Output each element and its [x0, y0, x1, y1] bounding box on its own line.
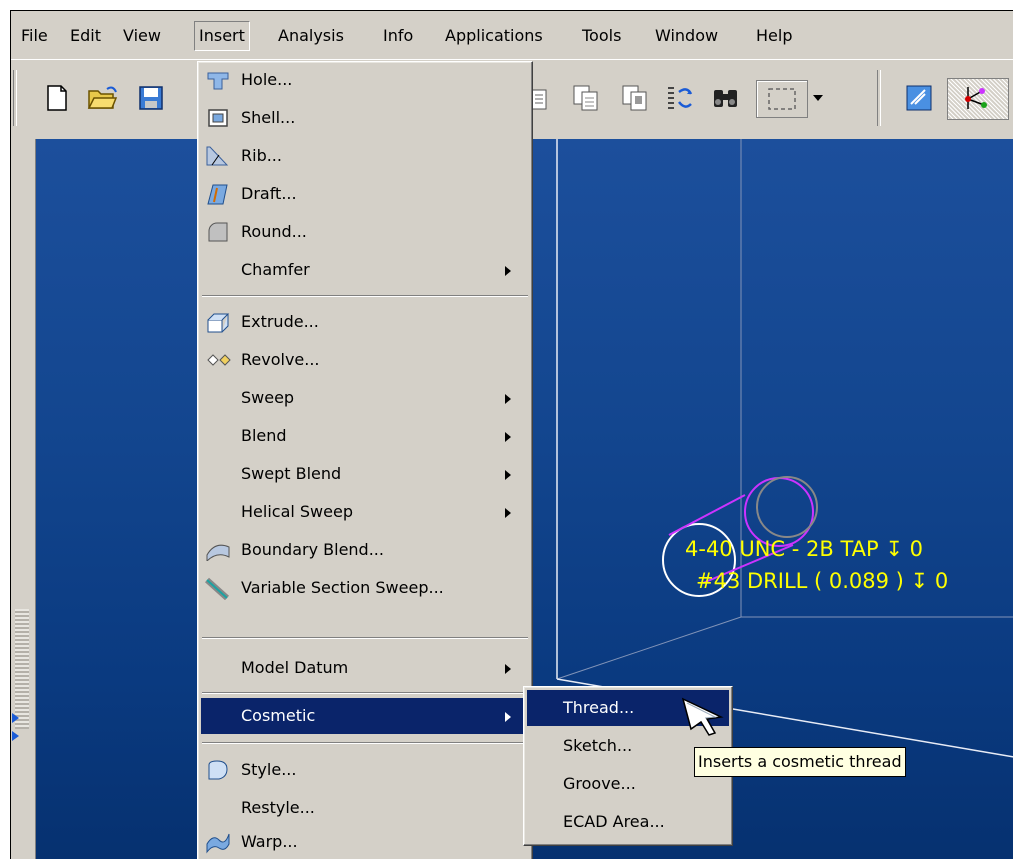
copy-icon [573, 85, 598, 111]
tooltip: Inserts a cosmetic thread [694, 747, 906, 777]
shell-icon [205, 106, 231, 130]
find-button[interactable] [708, 80, 744, 116]
regenerate-button[interactable] [662, 80, 698, 116]
chevron-down-icon [813, 95, 823, 101]
menu-insert[interactable]: Insert [194, 21, 250, 51]
menu-window[interactable]: Window [651, 23, 722, 49]
menu-item-swept-blend[interactable]: Swept Blend [201, 456, 529, 492]
menu-separator [202, 637, 528, 639]
open-file-button[interactable] [85, 80, 121, 116]
open-folder-icon [87, 86, 118, 109]
menu-item-boundary-blend[interactable]: Boundary Blend... [201, 532, 529, 568]
menu-item-blend[interactable]: Blend [201, 418, 529, 454]
submenu-item-ecad-area[interactable]: ECAD Area... [527, 804, 729, 840]
revolve-icon [205, 348, 231, 372]
menu-bar: File Edit View Insert Analysis Info Appl… [11, 11, 1013, 59]
paste-special-button[interactable] [617, 80, 653, 116]
menu-item-warp[interactable]: Warp... [201, 824, 529, 859]
rib-icon [205, 144, 231, 168]
menu-help[interactable]: Help [752, 23, 796, 49]
extrude-icon [205, 310, 231, 334]
style-icon [205, 758, 231, 782]
menu-info[interactable]: Info [379, 23, 417, 49]
regenerate-icon [668, 87, 693, 109]
menu-item-model-datum[interactable]: Model Datum [201, 650, 529, 686]
new-file-button[interactable] [39, 80, 75, 116]
insert-menu: Hole... Shell... Rib... Draft... Round..… [197, 61, 533, 859]
paste-icon [531, 89, 547, 110]
menu-item-helical-sweep[interactable]: Helical Sweep [201, 494, 529, 530]
binoculars-icon [714, 90, 737, 107]
submenu-arrow-icon [505, 432, 511, 442]
toolbar-grip [13, 70, 17, 126]
submenu-arrow-icon [505, 266, 511, 276]
boundary-blend-icon [205, 538, 231, 562]
submenu-arrow-icon [505, 394, 511, 404]
menu-item-extrude[interactable]: Extrude... [201, 304, 529, 340]
draft-icon [205, 182, 231, 206]
datum-plane-icon [906, 85, 932, 111]
menu-item-restyle[interactable]: Restyle... [201, 790, 529, 826]
selection-box-arrow[interactable] [808, 80, 828, 116]
copy-button[interactable] [568, 80, 604, 116]
menu-item-round[interactable]: Round... [201, 214, 529, 250]
toolbar-separator [877, 70, 881, 126]
menu-item-chamfer[interactable]: Chamfer [201, 252, 529, 288]
mouse-cursor-icon [681, 697, 724, 736]
menu-item-revolve[interactable]: Revolve... [201, 342, 529, 378]
menu-item-style[interactable]: Style... [201, 752, 529, 788]
thread-annotation-line1: 4-40 UNC - 2B TAP ↧ 0 [685, 537, 923, 561]
menu-applications[interactable]: Applications [441, 23, 547, 49]
submenu-arrow-icon [505, 508, 511, 518]
datum-display-button[interactable] [901, 80, 937, 116]
menu-item-draft[interactable]: Draft... [201, 176, 529, 212]
menu-item-shell[interactable]: Shell... [201, 100, 529, 136]
variable-section-sweep-icon [205, 576, 231, 600]
datum-axis-icon [965, 87, 987, 109]
menu-separator [202, 692, 528, 694]
warp-icon [205, 830, 231, 854]
menu-analysis[interactable]: Analysis [274, 23, 348, 49]
menu-file[interactable]: File [17, 23, 52, 49]
menu-item-rib[interactable]: Rib... [201, 138, 529, 174]
thread-annotation-line2: #43 DRILL ( 0.089 ) ↧ 0 [696, 569, 949, 593]
proe-window: File Edit View Insert Analysis Info Appl… [10, 10, 1013, 859]
menu-item-variable-section-sweep[interactable]: Variable Section Sweep... [201, 570, 529, 606]
menu-item-sweep[interactable]: Sweep [201, 380, 529, 416]
datum-axes-toggle[interactable] [947, 78, 1009, 120]
round-icon [205, 220, 231, 244]
menu-separator [202, 295, 528, 297]
new-file-icon [47, 85, 67, 111]
submenu-arrow-icon [505, 470, 511, 480]
menu-item-cosmetic[interactable]: Cosmetic [201, 698, 529, 734]
menu-tools[interactable]: Tools [578, 23, 625, 49]
selection-box-icon [768, 88, 796, 110]
paste-special-icon [622, 85, 647, 111]
menu-view[interactable]: View [119, 23, 165, 49]
save-button[interactable] [133, 80, 169, 116]
menu-separator [202, 742, 528, 744]
submenu-arrow-icon [505, 664, 511, 674]
submenu-arrow-icon [505, 712, 511, 722]
selection-box-dropdown[interactable] [756, 80, 808, 118]
menu-item-hole[interactable]: Hole... [201, 62, 529, 98]
hole-icon [205, 68, 231, 92]
save-disk-icon [139, 86, 163, 110]
menu-edit[interactable]: Edit [66, 23, 105, 49]
